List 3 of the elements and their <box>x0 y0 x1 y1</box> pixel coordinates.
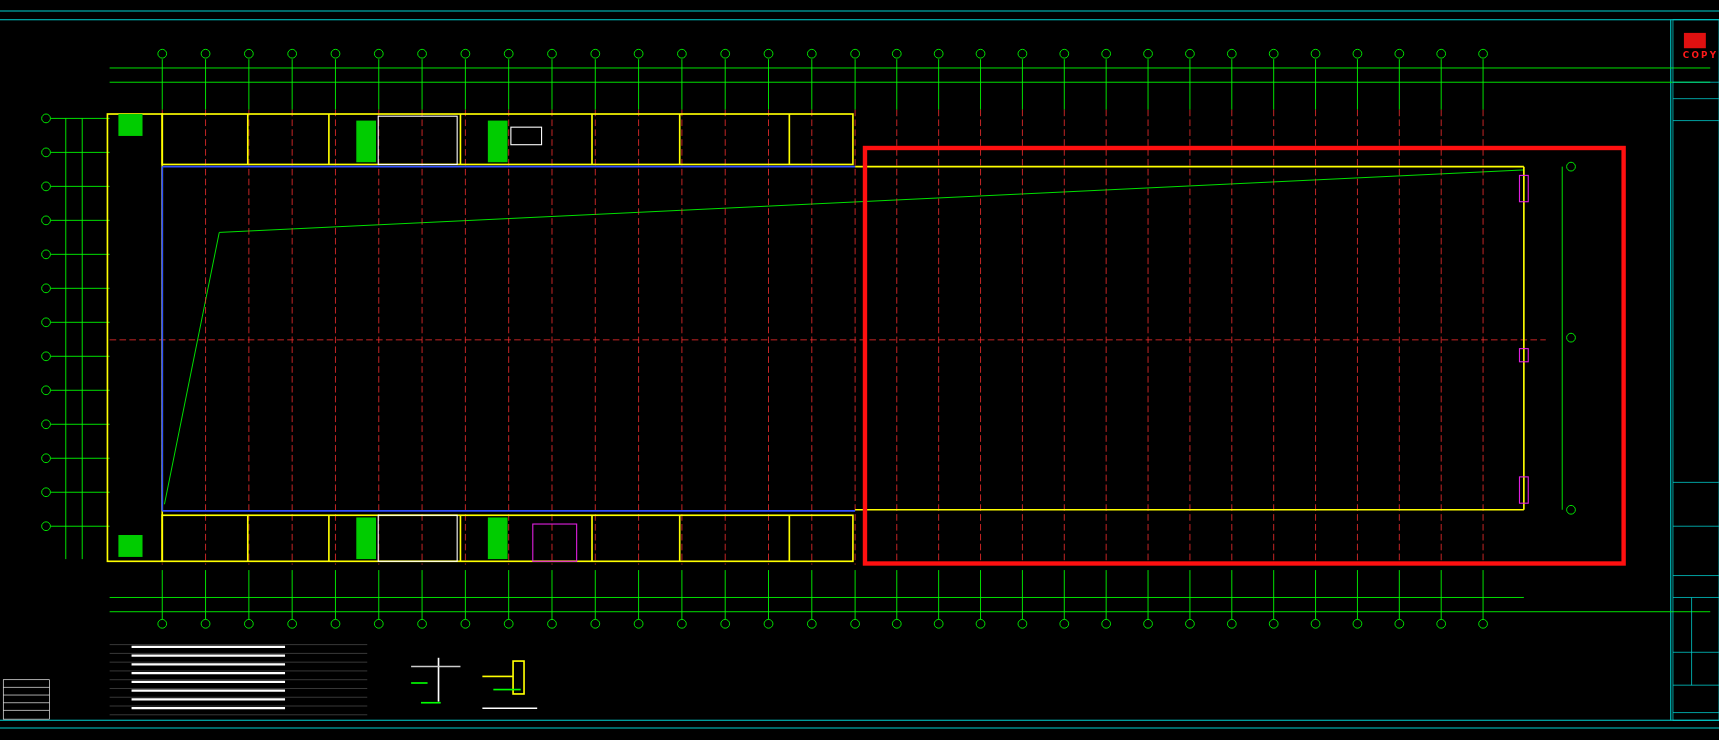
legend-table-drawing <box>2 679 50 720</box>
stamp-text: COPY <box>1682 50 1719 61</box>
logo-icon <box>1683 32 1706 49</box>
